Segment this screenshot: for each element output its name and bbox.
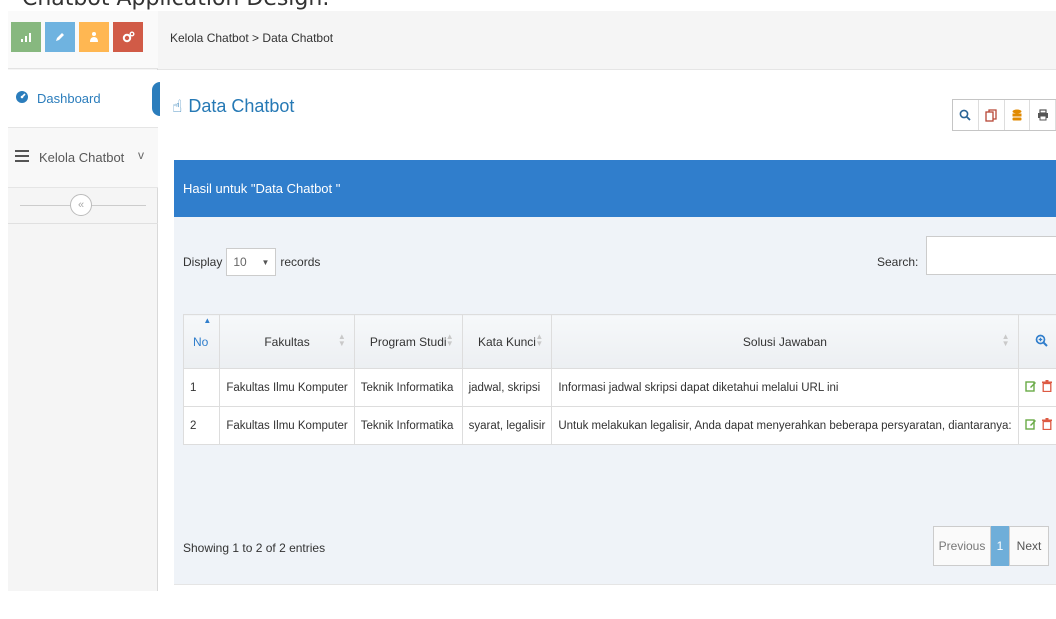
- cogs-icon[interactable]: [113, 22, 143, 52]
- table-header-row: No ▲ Fakultas ▲ ▼ Program Studi ▲ ▼ Kata K…: [182, 314, 1056, 369]
- previous-page-button[interactable]: Previous: [933, 526, 991, 566]
- cell-solusi-jawaban: Untuk melakukan legalisir, Anda dapat me…: [551, 406, 1019, 445]
- list-icon: [15, 150, 29, 165]
- active-indicator: [152, 82, 160, 116]
- edit-icon[interactable]: [1024, 418, 1041, 433]
- users-icon[interactable]: [79, 22, 109, 52]
- cell-fakultas: Fakultas Ilmu Komputer: [219, 368, 355, 407]
- records-per-page-select[interactable]: 10 ▼: [226, 248, 277, 276]
- sidebar-item-label: Dashboard: [37, 91, 101, 106]
- sort-icon: ▲ ▼: [1001, 332, 1010, 348]
- cell-actions: [1017, 406, 1056, 445]
- figure-caption: Chatbot Application Design.: [22, 0, 329, 11]
- sort-icon: ▲ ▼: [535, 332, 544, 348]
- bar-chart-icon[interactable]: [11, 22, 41, 52]
- dashboard-icon: [15, 90, 29, 107]
- column-header-program-studi[interactable]: Program Studi ▲ ▼: [353, 314, 463, 369]
- search-input[interactable]: [926, 236, 1056, 275]
- copy-icon[interactable]: [979, 100, 1005, 130]
- table-controls: Display 10 ▼ records Search:: [174, 217, 1056, 305]
- results-body: Display 10 ▼ records Search: No ▲ Fakult…: [174, 217, 1056, 584]
- sidebar: Dashboard Kelola Chatbot v «: [8, 11, 160, 591]
- column-header-actions[interactable]: [1017, 314, 1056, 369]
- display-label: Display: [183, 255, 223, 269]
- table-tools: [952, 99, 1056, 131]
- table-row: 1 Fakultas Ilmu Komputer Teknik Informat…: [182, 368, 1056, 407]
- edit-icon[interactable]: [1024, 380, 1041, 395]
- column-header-fakultas[interactable]: Fakultas ▲ ▼: [219, 314, 355, 369]
- sidebar-item-kelola-chatbot[interactable]: Kelola Chatbot v: [8, 128, 158, 188]
- records-label: records: [280, 255, 321, 269]
- cell-kata-kunci: syarat, legalisir: [461, 406, 553, 445]
- display-length: Display 10 ▼ records: [183, 248, 320, 276]
- page-1-button[interactable]: 1: [991, 526, 1009, 566]
- print-icon[interactable]: [1030, 100, 1056, 130]
- page-title-text: Data Chatbot: [188, 96, 295, 116]
- hand-pointer-icon: ☝: [172, 96, 183, 116]
- page-title: ☝ Data Chatbot: [172, 96, 294, 117]
- database-icon[interactable]: [1005, 100, 1031, 130]
- zoom-in-icon: [1035, 334, 1048, 350]
- collapse-sidebar-icon[interactable]: «: [70, 194, 92, 216]
- cell-solusi-jawaban: Informasi jadwal skripsi dapat diketahui…: [551, 368, 1019, 407]
- breadcrumbs-bar: Kelola Chatbot > Data Chatbot: [158, 11, 1056, 70]
- table-footer: Showing 1 to 2 of 2 entries Previous 1 N…: [174, 484, 1056, 584]
- results-header: Hasil untuk "Data Chatbot ": [174, 160, 1056, 217]
- search-label: Search:: [877, 255, 919, 269]
- sort-icon: ▲ ▼: [445, 332, 454, 348]
- cell-no: 1: [182, 368, 221, 407]
- sort-asc-icon: ▲: [203, 316, 212, 325]
- pagination: Previous 1 Next: [933, 526, 1049, 566]
- cell-no: 2: [182, 406, 221, 445]
- data-table: No ▲ Fakultas ▲ ▼ Program Studi ▲ ▼ Kata K…: [182, 314, 1056, 445]
- chevron-down-icon: v: [138, 148, 144, 162]
- sidebar-shortcuts: [8, 11, 158, 69]
- divider: [174, 584, 1056, 585]
- cell-program-studi: Teknik Informatika: [353, 368, 463, 407]
- search-icon[interactable]: [953, 100, 979, 130]
- cell-actions: [1017, 368, 1056, 407]
- column-header-no[interactable]: No ▲: [182, 314, 221, 369]
- cell-program-studi: Teknik Informatika: [353, 406, 463, 445]
- cell-fakultas: Fakultas Ilmu Komputer: [219, 406, 355, 445]
- breadcrumb: Kelola Chatbot > Data Chatbot: [170, 31, 334, 45]
- pencil-icon[interactable]: [45, 22, 75, 52]
- trash-icon[interactable]: [1042, 418, 1053, 433]
- sidebar-collapse-row: «: [8, 188, 158, 224]
- next-page-button[interactable]: Next: [1009, 526, 1049, 566]
- trash-icon[interactable]: [1042, 380, 1053, 395]
- sidebar-item-dashboard[interactable]: Dashboard: [8, 70, 160, 128]
- column-header-kata-kunci[interactable]: Kata Kunci ▲ ▼: [461, 314, 553, 369]
- entries-info: Showing 1 to 2 of 2 entries: [183, 541, 326, 555]
- column-header-solusi-jawaban[interactable]: Solusi Jawaban ▲ ▼: [551, 314, 1019, 369]
- table-row: 2 Fakultas Ilmu Komputer Teknik Informat…: [182, 406, 1056, 445]
- sidebar-item-label: Kelola Chatbot: [39, 150, 125, 165]
- cell-kata-kunci: jadwal, skripsi: [461, 368, 553, 407]
- records-per-page-value: 10: [233, 255, 247, 269]
- caret-down-icon: ▼: [261, 257, 270, 267]
- sort-icon: ▲ ▼: [337, 332, 346, 348]
